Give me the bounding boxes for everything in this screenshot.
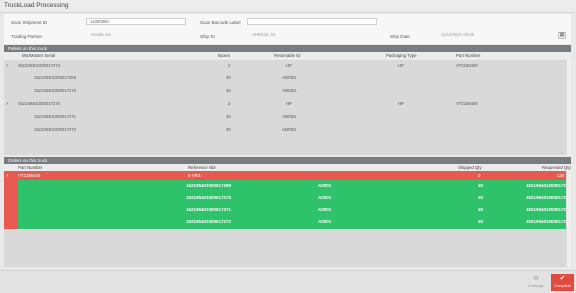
pallet-serial: 452106401000017274 [18,63,60,68]
pallets-scrollbar[interactable] [566,60,571,155]
pallet-child-row[interactable]: 152106401000017270 30 A00001 [4,87,565,95]
detail-serial: 152106401000017272 [186,219,232,224]
pallet-boxes: 30 [226,88,231,93]
complete-label: Complete [553,283,572,288]
pallet-boxes: 2 [228,63,231,68]
scan-shipment-label: Scan Shipment ID [11,20,48,25]
pallet-returnable: A00001 [282,127,297,132]
pallet-serial: 152106401000017269 [34,75,76,80]
unassign-button[interactable]: ⊖ Unassign [523,274,549,291]
detail-serial: 152106401000017271 [186,207,232,212]
col-returnable[interactable]: Returnable ID [274,53,301,58]
pallet-part: VT2186400 [456,63,478,68]
pallet-serial: 152106401000017271 [34,114,76,119]
pallet-boxes: 30 [226,114,231,119]
shipment-form: Scan Shipment ID 11000860 Scan Barcode L… [4,14,571,44]
expand-icon[interactable]: + [6,173,9,178]
pallet-returnable: HP [286,63,292,68]
detail-qty: 30 [478,183,484,188]
order-status-strip [4,180,18,229]
detail-qty: 30 [478,207,484,212]
action-bar: ⊖ Unassign ✔ Complete [0,270,576,293]
title-bar: TruckLoad Processing [0,0,576,13]
trading-partner-value: Honda US [91,32,111,37]
complete-button[interactable]: ✔ Complete [551,274,574,291]
pallet-row[interactable]: + 452106401000017275 2 HP HP VT2186400 [4,100,565,108]
pallets-section-header: Pallets on this truck [4,45,571,52]
col-boxes[interactable]: Boxes [218,53,230,58]
col-shipped[interactable]: Shipped Qty [458,165,482,170]
detail-qty: 30 [478,195,484,200]
detail-qty: 30 [478,219,484,224]
ship-date-label: Ship Date [390,34,410,39]
pallet-serial: 452106401000017275 [18,101,60,106]
order-detail-row[interactable]: 152106401000017270 A0001 30 452106401000… [18,192,571,204]
ship-date-value: 11/12/2021 00:00 [441,32,475,37]
detail-returnable: A0001 [318,183,332,188]
pallets-grid: + 452106401000017274 2 HP HP VT2186400 1… [4,60,571,155]
detail-serial: 152106401000017269 [186,183,232,188]
order-shipped: 0 [478,173,481,178]
pallet-returnable: A00001 [282,114,297,119]
unassign-label: Unassign [527,283,545,288]
ship-to-value: SHR442, 01 [252,32,276,37]
pallet-returnable: HP [286,101,292,106]
pallet-serial: 152106401000017270 [34,88,76,93]
ship-to-label: Ship To [200,34,215,39]
scan-barcode-input[interactable] [247,18,377,25]
window-title: TruckLoad Processing [4,2,69,9]
order-detail-block: 152106401000017269 A0001 30 452106401000… [18,180,571,229]
col-reference[interactable]: Reference Nbr [188,165,216,170]
pallet-serial: 152106401000017272 [34,127,76,132]
pallet-row[interactable]: + 452106401000017274 2 HP HP VT2186400 [4,62,565,70]
orders-scrollbar[interactable] [566,171,571,267]
orders-column-header: Part Number Reference Nbr Shipped Qty Re… [4,164,571,171]
pallet-packaging: HP [398,101,404,106]
scan-shipment-input[interactable]: 11000860 [86,18,186,25]
order-reference: 5-VRS [188,173,201,178]
col-part[interactable]: Part Number [456,53,480,58]
col-requested[interactable]: Requested Qty [542,165,571,170]
col-serial[interactable]: Mix/Master Serial [22,53,55,58]
pallet-child-row[interactable]: 152106401000017271 30 A00001 [4,113,565,121]
pallet-boxes: 30 [226,75,231,80]
col-order-part[interactable]: Part Number [18,165,42,170]
pallet-boxes: 2 [228,101,231,106]
order-requested: 120 [557,173,565,178]
order-part: VT2186400 [18,173,41,178]
detail-serial: 152106401000017270 [186,195,232,200]
detail-returnable: A0001 [318,195,332,200]
check-icon: ✔ [559,275,566,282]
order-row[interactable]: + VT2186400 5-VRS 0 120 [4,171,566,180]
orders-section-header: Orders on this truck [4,157,571,164]
scan-barcode-label: Scan Barcode Label [200,20,241,25]
pallet-boxes: 30 [226,127,231,132]
expand-icon[interactable]: + [6,101,8,106]
orders-grid: + VT2186400 5-VRS 0 120 1521064010000172… [4,171,571,267]
detail-master: 452106401000017274 [526,195,572,200]
detail-master: 452106401000017274 [526,183,572,188]
unassign-icon: ⊖ [533,275,539,282]
detail-returnable: A0001 [318,207,332,212]
pallet-child-row[interactable]: 152106401000017269 30 A00001 [4,74,565,82]
detail-master: 452106401000017275 [526,207,572,212]
order-detail-row[interactable]: 152106401000017272 A0001 30 452106401000… [18,216,571,228]
order-detail-row[interactable]: 152106401000017271 A0001 30 452106401000… [18,204,571,216]
pallet-child-row[interactable]: 152106401000017272 30 A00001 [4,126,565,134]
calendar-icon[interactable]: ▦ [558,32,566,39]
pallets-column-header: Mix/Master Serial Boxes Returnable ID Pa… [4,52,571,59]
detail-returnable: A0001 [318,219,332,224]
pallet-returnable: A00001 [282,75,297,80]
pallet-returnable: A00001 [282,88,297,93]
trading-partner-label: Trading Partner [11,34,43,39]
pallet-packaging: HP [398,63,404,68]
detail-master: 452106401000017275 [526,219,572,224]
expand-icon[interactable]: + [6,63,8,68]
order-detail-row[interactable]: 152106401000017269 A0001 30 452106401000… [18,180,571,192]
pallet-part: VT2186400 [456,101,478,106]
col-packaging[interactable]: Packaging Type [386,53,417,58]
